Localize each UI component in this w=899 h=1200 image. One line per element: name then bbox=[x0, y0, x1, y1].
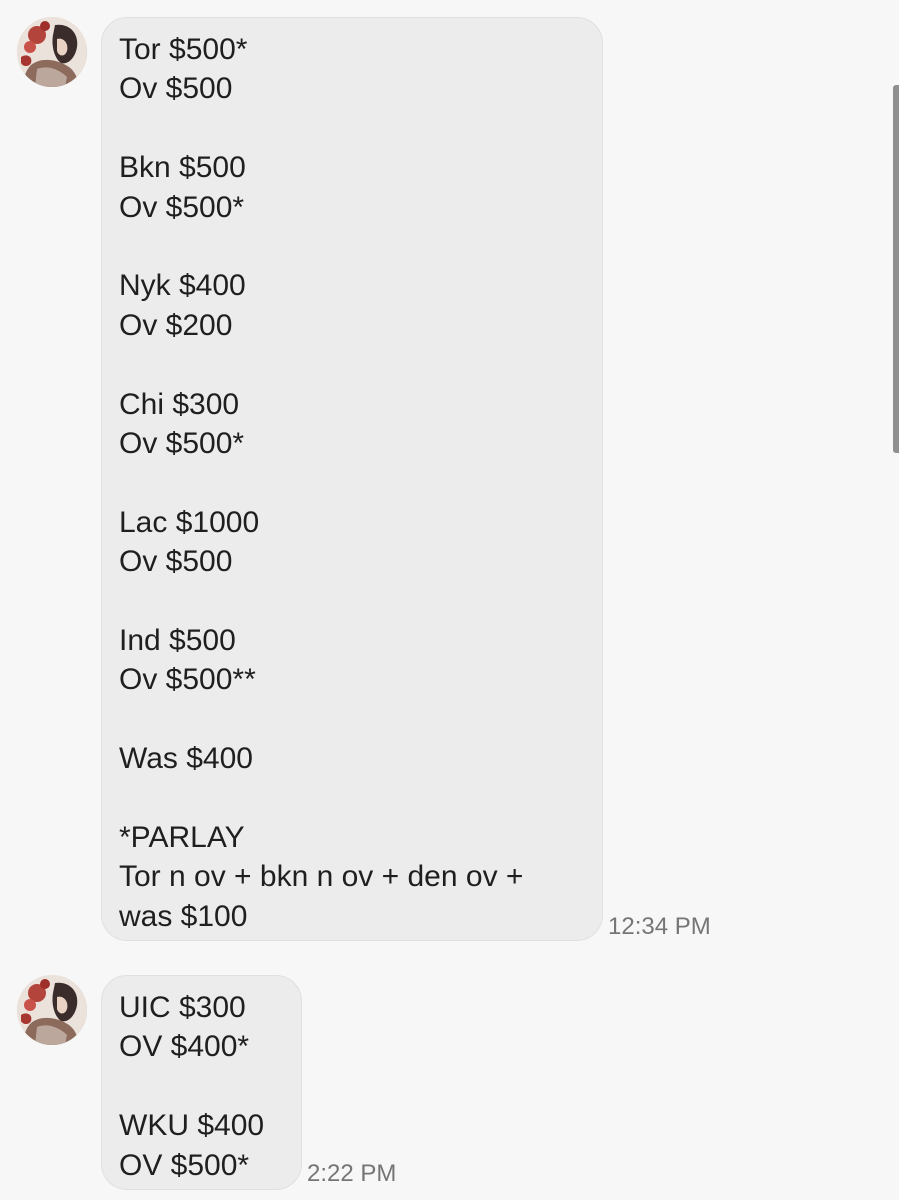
message-line: Ov $500* bbox=[119, 426, 245, 460]
message-line: OV $400* bbox=[119, 1030, 250, 1064]
message-line: Ind $500 bbox=[119, 623, 236, 657]
message-line bbox=[119, 463, 586, 502]
message-line bbox=[119, 778, 586, 817]
message-line: *PARLAY bbox=[119, 820, 245, 854]
contact-avatar-icon[interactable] bbox=[17, 975, 87, 1045]
message-line: UIC $300 bbox=[119, 991, 246, 1024]
message-line: Ov $500* bbox=[119, 190, 245, 224]
message-line: was $100 bbox=[119, 899, 248, 933]
message-line bbox=[119, 227, 586, 266]
message-line: Ov $200 bbox=[119, 308, 233, 342]
message-bubble-2[interactable]: UIC $300 OV $400* WKU $400 OV $500* bbox=[101, 975, 302, 1190]
message-timestamp: 2:22 PM bbox=[307, 1160, 397, 1187]
message-line: Nyk $400 bbox=[119, 269, 246, 303]
contact-avatar-icon[interactable] bbox=[17, 17, 87, 87]
message-line: OV $500* bbox=[119, 1148, 250, 1182]
avatar-image bbox=[17, 975, 87, 1045]
message-line bbox=[119, 345, 586, 384]
message-line: Ov $500** bbox=[119, 663, 256, 697]
conversation-thread[interactable]: Tor $500* Ov $500 Bkn $500 Ov $500* Nyk … bbox=[0, 0, 899, 1200]
message-line bbox=[119, 581, 586, 620]
message-line: Tor n ov + bkn n ov + den ov + bbox=[119, 860, 524, 894]
message-line: Ov $500 bbox=[119, 72, 233, 106]
message-line: Ov $500 bbox=[119, 545, 233, 579]
scrollbar-thumb[interactable] bbox=[893, 85, 899, 453]
avatar-image bbox=[17, 17, 87, 87]
message-line bbox=[119, 700, 586, 739]
message-line: Chi $300 bbox=[119, 387, 240, 421]
message-line: Tor $500* bbox=[119, 33, 248, 66]
message-line: Was $400 bbox=[119, 742, 253, 776]
message-bubble-1[interactable]: Tor $500* Ov $500 Bkn $500 Ov $500* Nyk … bbox=[101, 17, 603, 941]
message-line: Bkn $500 bbox=[119, 151, 246, 185]
message-line: Lac $1000 bbox=[119, 505, 260, 539]
message-line bbox=[119, 1067, 285, 1106]
message-timestamp: 12:34 PM bbox=[608, 913, 711, 940]
message-line: WKU $400 bbox=[119, 1109, 265, 1143]
message-line bbox=[119, 109, 586, 148]
